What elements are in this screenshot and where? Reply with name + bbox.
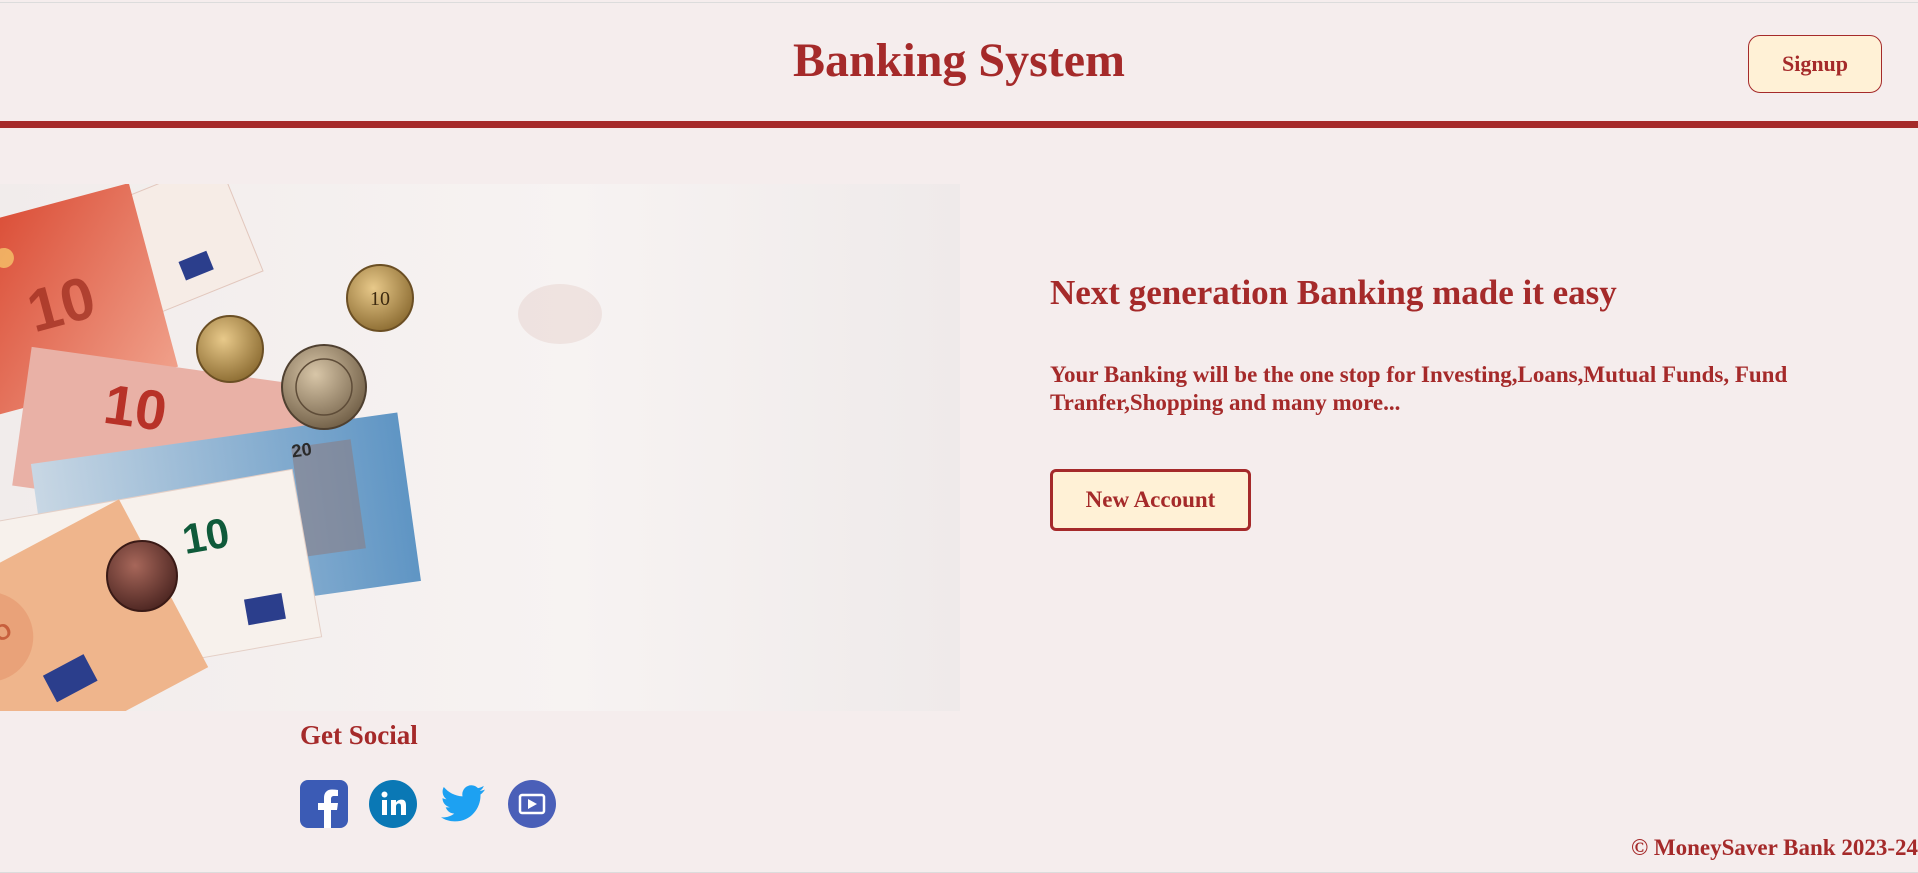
site-title: Banking System [792,34,1126,87]
footer-copyright: © MoneySaver Bank 2023-24 [1630,835,1918,860]
svg-text:20: 20 [290,439,313,462]
signup-button[interactable]: Signup [1748,35,1882,93]
twitter-icon[interactable] [439,780,487,828]
header-divider [0,121,1918,128]
svg-text:10: 10 [179,509,233,563]
linkedin-icon[interactable] [369,780,417,828]
svg-text:10: 10 [370,288,390,310]
social-heading: Get Social [300,720,418,750]
hero-subtext: Your Banking will be the one stop for In… [1050,362,1788,415]
new-account-button[interactable]: New Account [1050,469,1251,531]
hero-image: 10 10 10 20 [0,184,960,711]
hero-headline: Next generation Banking made it easy [1050,273,1617,312]
page: Banking System Signup 10 10 20 10 EURO 1… [0,0,1918,873]
facebook-icon[interactable] [300,780,348,828]
svg-text:10: 10 [100,372,170,443]
video-icon[interactable] [508,780,556,828]
header: Banking System Signup [0,3,1918,121]
